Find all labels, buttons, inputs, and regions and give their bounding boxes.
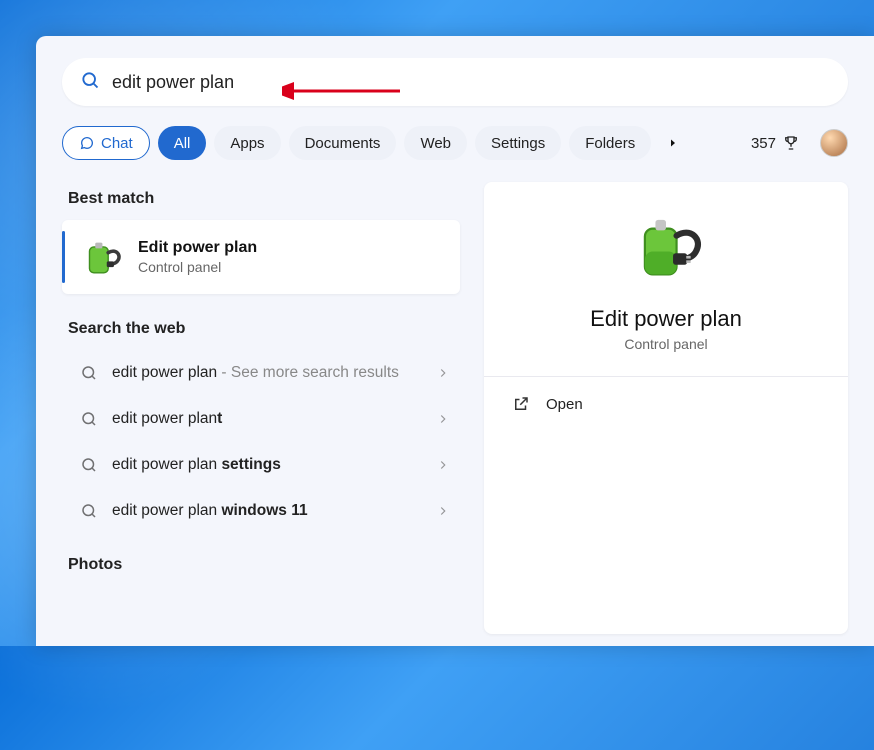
search-flyout: Chat All Apps Documents Web Settings Fol… [36,36,874,646]
search-icon [80,410,98,428]
open-action[interactable]: Open [484,377,848,431]
filter-folders[interactable]: Folders [569,126,651,160]
chevron-right-icon [436,412,450,426]
web-result-text: edit power plan - See more search result… [112,363,422,383]
filter-more-icon[interactable] [659,129,687,157]
preview-subtitle: Control panel [484,336,848,352]
filter-chat[interactable]: Chat [62,126,150,160]
filter-all[interactable]: All [158,126,207,160]
search-input[interactable] [112,72,830,93]
section-search-web: Search the web [62,312,460,350]
chevron-right-icon [436,366,450,380]
filter-apps[interactable]: Apps [214,126,280,160]
web-result-text: edit power plan windows 11 [112,501,422,521]
web-result-1[interactable]: edit power plant [62,396,460,442]
web-result-0[interactable]: edit power plan - See more search result… [62,350,460,396]
rewards-button[interactable]: 357 [751,134,800,152]
search-icon [80,456,98,474]
search-icon [80,502,98,520]
results-area: Best match Edit power plan Control panel… [36,174,874,634]
search-icon [80,364,98,382]
trophy-icon [782,134,800,152]
chevron-right-icon [436,458,450,472]
filter-row: Chat All Apps Documents Web Settings Fol… [36,106,874,174]
rewards-points: 357 [751,135,776,152]
user-avatar[interactable] [820,129,848,157]
search-icon [80,70,100,95]
section-photos: Photos [62,548,460,586]
power-plan-icon [78,234,124,280]
search-bar[interactable] [62,58,848,106]
best-match-title: Edit power plan [138,239,257,257]
web-result-3[interactable]: edit power plan windows 11 [62,488,460,534]
preview-title: Edit power plan [484,306,848,332]
web-result-text: edit power plant [112,409,422,429]
filter-settings[interactable]: Settings [475,126,561,160]
best-match-result[interactable]: Edit power plan Control panel [62,220,460,294]
preview-pane: Edit power plan Control panel Open [484,182,848,634]
filter-web[interactable]: Web [404,126,467,160]
web-result-2[interactable]: edit power plan settings [62,442,460,488]
filter-chat-label: Chat [101,135,133,152]
power-plan-icon-large [622,204,710,292]
web-result-text: edit power plan settings [112,455,422,475]
open-label: Open [546,396,583,413]
results-left-column: Best match Edit power plan Control panel… [62,182,460,634]
chevron-right-icon [436,504,450,518]
section-best-match: Best match [62,182,460,220]
open-icon [512,395,530,413]
filter-documents[interactable]: Documents [289,126,397,160]
best-match-subtitle: Control panel [138,259,257,275]
